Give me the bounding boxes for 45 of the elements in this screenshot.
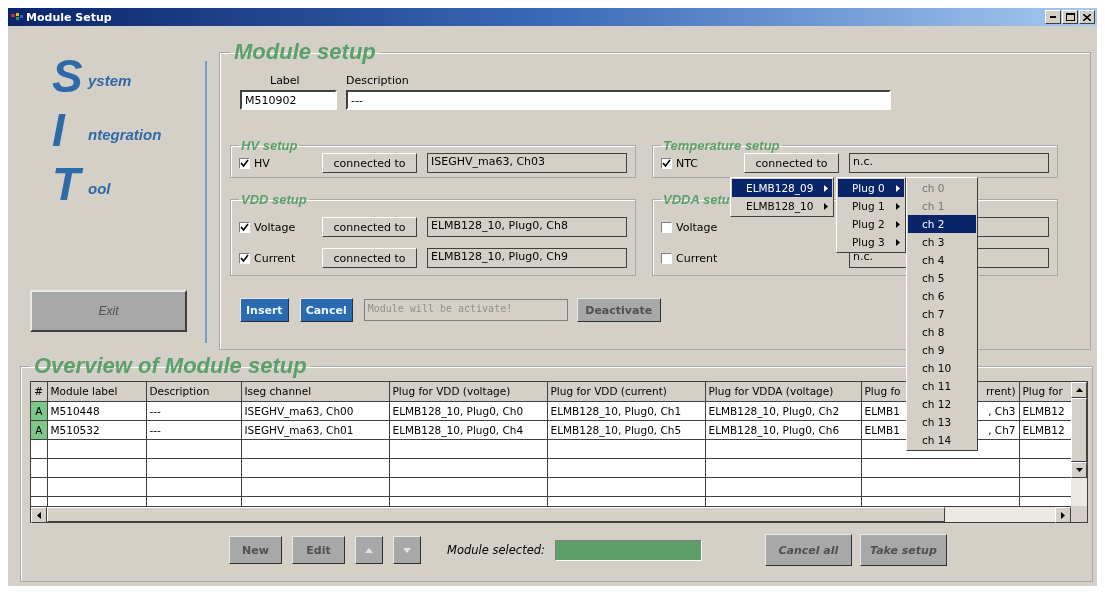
field-label: Description: [346, 74, 410, 87]
checkbox-label: Voltage: [676, 220, 719, 234]
table-cell: ISEGHV_ma63, Ch01: [241, 420, 389, 439]
cell-text: ELMB1: [864, 423, 900, 436]
checkbox-label: NTC: [676, 156, 699, 170]
logo-initial: T: [52, 157, 88, 211]
status-field: Module will be activate!: [363, 299, 568, 321]
table-cell: ---: [146, 401, 241, 420]
column-header-text: rrent): [985, 385, 1016, 398]
logo-word: ool: [88, 179, 111, 197]
cell-text: ELMB1: [864, 404, 900, 417]
checkbox-label: Voltage: [254, 220, 297, 234]
table-cell: ELMB128_10, Plug0, Ch2: [705, 401, 861, 420]
cell-text: , Ch7: [988, 423, 1016, 436]
table-cell: ELMB128_10, Plug0, Ch0: [389, 401, 547, 420]
table-cell: M510448: [47, 401, 146, 420]
field-label: Label: [269, 74, 301, 87]
window-title: Module Setup: [26, 10, 112, 24]
checkbox-label: Current: [676, 251, 719, 265]
checkbox-label: Current: [254, 251, 297, 265]
column-header-text: Plug fo: [864, 385, 901, 398]
table-cell: ELMB128_10, Plug0, Ch5: [547, 420, 705, 439]
cell-text: , Ch3: [988, 404, 1016, 417]
value-field: ELMB128_10, Plug0, Ch8: [427, 217, 627, 237]
module-selected-label: Module selected:: [447, 543, 545, 557]
group-title: HV setup: [240, 138, 299, 153]
logo-initial: I: [52, 103, 67, 157]
table-cell: ELMB128_10, Plug0, Ch4: [389, 420, 547, 439]
table-cell: M510532: [47, 420, 146, 439]
value-field: ISEGHV_ma63, Ch03: [427, 153, 627, 173]
logo-word: ystem: [88, 71, 132, 89]
group-title: Temperature setup: [662, 138, 781, 153]
group-title: VDD setup: [240, 192, 308, 207]
value-field: n.c.: [849, 153, 1049, 173]
logo-word: ntegration: [88, 125, 162, 143]
table-cell: ELMB128_10, Plug0, Ch1: [547, 401, 705, 420]
value-field: ELMB128_10, Plug0, Ch9: [427, 248, 627, 268]
checkbox-label: HV: [254, 156, 271, 170]
table-cell: ELMB128_10, Plug0, Ch6: [705, 420, 861, 439]
logo-initial: S: [52, 49, 84, 103]
section-title: Module setup: [233, 40, 377, 64]
group-title: VDDA setu: [662, 192, 731, 207]
section-title: Overview of Module setup: [33, 354, 308, 378]
table-cell: ---: [146, 420, 241, 439]
table-cell: ISEGHV_ma63, Ch00: [241, 401, 389, 420]
